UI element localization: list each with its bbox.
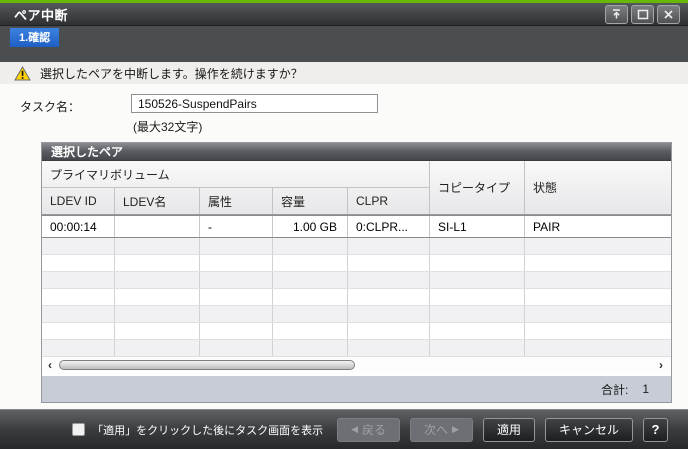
selected-pairs-table: 選択したペア プライマリボリューム コピータイプ 状態 LDEV ID LDEV… xyxy=(41,142,672,403)
column-header-copy-type: コピータイプ xyxy=(430,161,525,214)
empty-row xyxy=(42,255,671,272)
back-button: ◀ 戻る xyxy=(337,417,401,442)
warning-message-bar: 選択したペアを中断します。操作を続けますか？ xyxy=(0,62,688,84)
rollup-button[interactable] xyxy=(605,4,628,24)
column-header-attribute: 属性 xyxy=(200,188,273,214)
total-label: 合計: xyxy=(600,382,629,397)
dialog-title: ペア中断 xyxy=(14,7,69,23)
cell-clpr: 0:CLPR... xyxy=(348,216,430,237)
apply-button[interactable]: 適用 xyxy=(482,417,535,442)
scroll-left-icon[interactable]: ‹ xyxy=(48,357,52,373)
scroll-right-icon[interactable]: › xyxy=(659,357,663,373)
rollup-icon xyxy=(613,9,620,19)
table-title: 選択したペア xyxy=(42,143,671,161)
pair-suspend-dialog: ペア中断 1.確認 選択したペアを中断します。操作を続けますか？ タスク名： (… xyxy=(0,0,688,449)
column-header-status: 状態 xyxy=(533,181,558,195)
cell-attribute: - xyxy=(200,216,273,237)
action-bar: 「適用」をクリックした後にタスク画面を表示 ◀ 戻る 次へ ▶ 適用 キャンセル… xyxy=(0,409,688,449)
column-header-ldev-id: LDEV ID xyxy=(42,188,115,214)
task-name-label: タスク名： xyxy=(20,100,81,114)
cell-copy-type: SI-L1 xyxy=(430,216,525,237)
tab-step-1-confirm[interactable]: 1.確認 xyxy=(10,28,60,47)
close-button[interactable] xyxy=(657,4,680,24)
column-header-capacity: 容量 xyxy=(273,188,348,214)
cell-ldev-name xyxy=(115,216,200,237)
column-header-ldev-name: LDEV名 xyxy=(115,188,200,214)
empty-row xyxy=(42,306,671,323)
back-arrow-icon: ◀ xyxy=(351,424,359,434)
show-task-screen-label: 「適用」をクリックした後にタスク画面を表示 xyxy=(92,424,324,437)
cell-ldev-id: 00:00:14 xyxy=(42,216,115,237)
empty-row xyxy=(42,340,671,357)
window-controls xyxy=(605,4,680,24)
warning-message: 選択したペアを中断します。操作を続けますか？ xyxy=(40,66,303,81)
task-name-max-length-note: (最大32文字) xyxy=(133,120,203,134)
next-button: 次へ ▶ xyxy=(410,417,473,442)
maximize-button[interactable] xyxy=(631,4,654,24)
empty-row xyxy=(42,238,671,255)
table-row[interactable]: 00:00:14 - 1.00 GB 0:CLPR... SI-L1 PAIR xyxy=(42,215,671,238)
table-header: プライマリボリューム コピータイプ 状態 LDEV ID LDEV名 属性 容量… xyxy=(42,161,671,215)
cell-capacity: 1.00 GB xyxy=(273,216,348,237)
next-arrow-icon: ▶ xyxy=(452,424,459,434)
warning-icon xyxy=(14,65,31,80)
task-name-input[interactable] xyxy=(131,94,378,113)
dialog-titlebar: ペア中断 xyxy=(0,3,688,26)
wizard-step-strip: 1.確認 xyxy=(0,26,688,62)
help-button[interactable]: ? xyxy=(643,417,668,442)
empty-row xyxy=(42,289,671,306)
total-value: 1 xyxy=(642,382,649,396)
scrollbar-thumb[interactable] xyxy=(59,360,355,370)
table-body: 00:00:14 - 1.00 GB 0:CLPR... SI-L1 PAIR xyxy=(42,215,671,357)
close-icon xyxy=(664,9,673,19)
table-footer: 合計: 1 xyxy=(42,376,671,402)
column-group-primary-volume: プライマリボリューム xyxy=(42,161,430,188)
maximize-icon xyxy=(637,9,648,19)
show-task-screen-checkbox[interactable] xyxy=(72,423,86,436)
horizontal-scrollbar[interactable]: ‹ › xyxy=(42,357,671,374)
cancel-button[interactable]: キャンセル xyxy=(544,417,633,442)
empty-row xyxy=(42,323,671,340)
cell-status: PAIR xyxy=(533,219,561,234)
column-header-clpr: CLPR xyxy=(348,188,430,214)
empty-row xyxy=(42,272,671,289)
